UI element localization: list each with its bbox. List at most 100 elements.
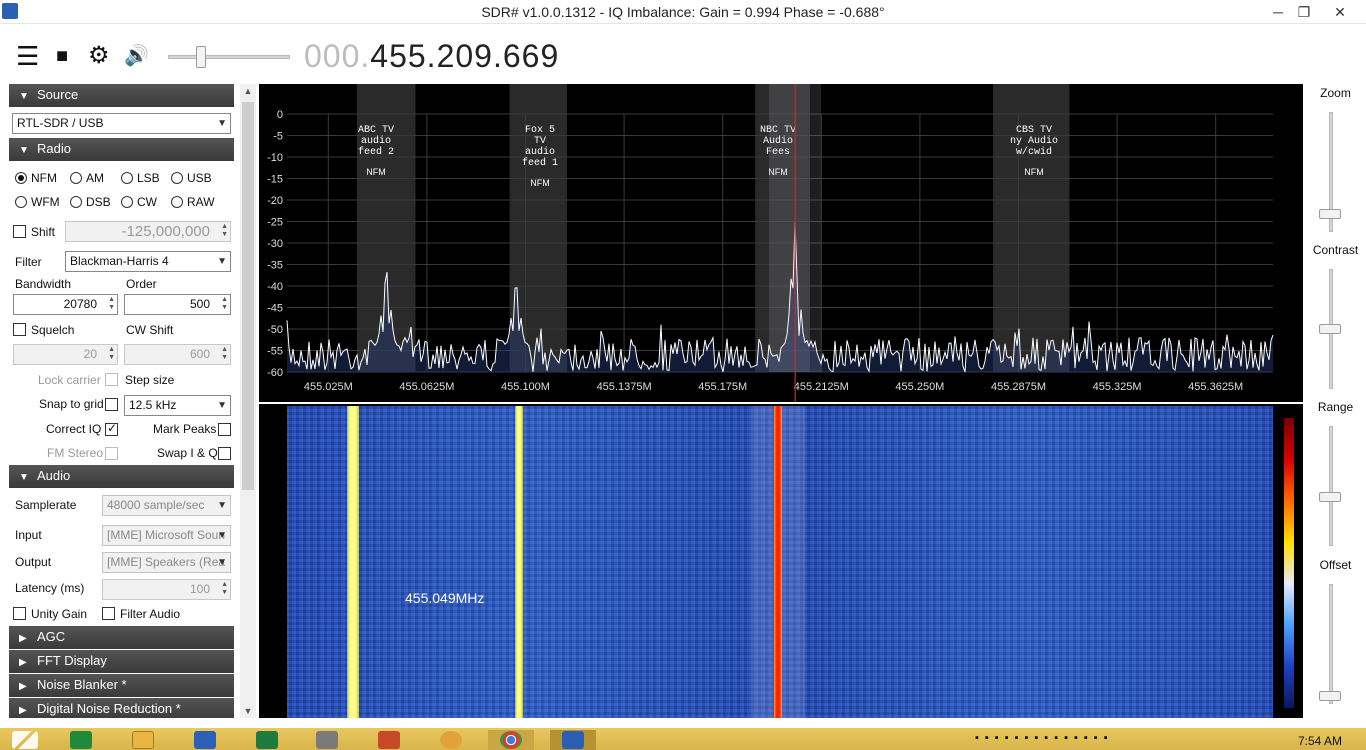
zoom-slider-thumb[interactable] [1319,208,1341,219]
gear-icon[interactable]: ⚙ [88,44,110,68]
radio-button[interactable] [121,196,133,208]
minimize-button[interactable]: ─ [1266,2,1290,22]
waterfall-display[interactable]: 455.049MHz [259,404,1303,718]
range-slider-track[interactable] [1329,426,1333,546]
shift-input[interactable]: -125,000,000 ▲ ▼ [65,221,231,242]
scroll-up-icon[interactable]: ▲ [240,86,256,96]
taskbar-app-excel[interactable] [244,730,290,750]
word-icon [194,731,216,749]
radio-button[interactable] [171,196,183,208]
filter-audio-checkbox[interactable]: Filter Audio [102,607,180,621]
mode-radio-wfm[interactable]: WFM [15,195,60,209]
shift-checkbox[interactable]: Shift [13,225,55,239]
snap-to-grid-checkbox[interactable] [105,398,123,412]
windows-logo-icon [12,731,38,749]
maximize-button[interactable]: ❐ [1292,2,1316,22]
signal-trace [515,406,523,718]
mode-radio-am[interactable]: AM [70,171,104,185]
system-tray-icons[interactable]: ▪▪▪▪▪▪▪▪▪▪▪▪▪▪ [975,732,1114,744]
x-tick-label: 455.3625M [1188,381,1243,393]
swap-iq-checkbox[interactable] [218,447,235,461]
stop-icon[interactable]: ■ [56,44,68,68]
mark-peaks-checkbox[interactable] [218,423,235,437]
mode-radio-cw[interactable]: CW [121,195,157,209]
spinner-arrows-icon[interactable]: ▲ ▼ [221,346,228,362]
agc-section-header[interactable]: ▶ AGC [9,626,234,649]
mode-radio-lsb[interactable]: LSB [121,171,160,185]
order-input[interactable]: 500 ▲ ▼ [124,294,231,315]
taskbar-app-sdrsharp[interactable] [550,730,596,750]
mode-radio-raw[interactable]: RAW [171,195,215,209]
fft-display-section-header[interactable]: ▶ FFT Display [9,650,234,673]
audio-output-select[interactable]: [MME] Speakers (Rea ▼ [102,552,231,573]
spinner-arrows-icon[interactable]: ▲ ▼ [108,296,115,312]
spectrum-plot[interactable]: 0 -5 -10 -15 -20 -25 -30 -35 -40 -45 -50 -55 -60 455.… [259,84,1303,402]
scrollbar-thumb[interactable] [242,102,254,490]
start-button[interactable] [2,730,48,750]
audio-input-select[interactable]: [MME] Microsoft Soun ▼ [102,525,231,546]
unity-gain-checkbox[interactable]: Unity Gain [13,607,87,621]
taskbar-app-paint[interactable] [428,730,474,750]
digital-noise-reduction-section-header[interactable]: ▶ Digital Noise Reduction * [9,698,234,718]
lock-carrier-checkbox[interactable] [105,373,123,387]
taskbar-app-word[interactable] [182,730,228,750]
bandwidth-input[interactable]: 20780 ▲ ▼ [13,294,118,315]
fm-stereo-checkbox[interactable] [105,447,123,461]
spinner-arrows-icon[interactable]: ▲ ▼ [108,346,115,362]
filter-select[interactable]: Blackman-Harris 4 ▼ [65,251,231,272]
close-button[interactable]: ✕ [1328,2,1352,22]
source-section-header[interactable]: ▼ Source [9,84,234,107]
menu-icon[interactable]: ☰ [16,43,39,69]
spinner-arrows-icon[interactable]: ▲ ▼ [221,581,228,597]
squelch-checkbox[interactable]: Squelch [13,323,74,337]
mode-radio-usb[interactable]: USB [171,171,212,185]
spinner-arrows-icon[interactable]: ▲ ▼ [221,223,228,239]
range-slider-thumb[interactable] [1319,492,1341,502]
radio-button[interactable] [15,172,27,184]
frequency-value[interactable]: 455.209.669 [370,38,559,74]
x-tick-label: 455.2875M [991,381,1046,393]
panel-scrollbar[interactable]: ▲ ▼ [240,84,256,718]
taskbar-app-powerpoint[interactable] [366,730,412,750]
order-label: Order [126,277,157,291]
offset-slider-thumb[interactable] [1319,690,1341,701]
speaker-icon[interactable]: 🔊 [124,44,149,68]
radio-button[interactable] [15,196,27,208]
mode-radio-nfm[interactable]: NFM [15,171,57,185]
taskbar-app-file-explorer[interactable] [120,730,166,750]
correct-iq-checkbox[interactable] [105,421,123,437]
radio-section-header[interactable]: ▼ Radio [9,138,234,161]
noise-blanker-section-header[interactable]: ▶ Noise Blanker * [9,674,234,697]
y-tick-label: -35 [267,260,283,272]
radio-button[interactable] [171,172,183,184]
spinner-arrows-icon[interactable]: ▲ ▼ [221,296,228,312]
radio-button[interactable] [70,196,82,208]
step-size-select[interactable]: 12.5 kHz ▼ [124,395,231,416]
frequency-display[interactable]: 000.455.209.669 [304,38,559,75]
taskbar-clock[interactable]: 7:54 AM [1298,734,1342,748]
audio-section-header[interactable]: ▼ Audio [9,465,234,488]
mode-radio-dsb[interactable]: DSB [70,195,111,209]
windows-taskbar: ▪▪▪▪▪▪▪▪▪▪▪▪▪▪ 7:54 AM [0,728,1366,750]
taskbar-app-sdr-tool[interactable] [304,730,350,750]
swap-iq-label: Swap I & Q [157,446,218,460]
squelch-input[interactable]: 20 ▲ ▼ [13,344,118,365]
offset-slider-track[interactable] [1329,584,1333,704]
radio-button[interactable] [70,172,82,184]
bookmark-name: ABC TV [358,125,394,136]
taskbar-app-chrome[interactable] [488,730,534,750]
cw-shift-input[interactable]: 600 ▲ ▼ [124,344,231,365]
taskbar-app-calculator[interactable] [58,730,104,750]
scroll-down-icon[interactable]: ▼ [240,706,256,716]
source-device-select[interactable]: RTL-SDR / USB ▼ [12,113,231,134]
y-tick-label: 0 [277,109,283,121]
waterfall-image[interactable]: 455.049MHz [287,406,1273,718]
volume-slider-track[interactable] [168,55,290,59]
latency-input[interactable]: 100 ▲ ▼ [102,579,231,600]
spectrum-analyzer[interactable]: 0 -5 -10 -15 -20 -25 -30 -35 -40 -45 -50 -55 -60 455.… [259,84,1303,402]
contrast-slider-thumb[interactable] [1319,324,1341,334]
radio-button[interactable] [121,172,133,184]
volume-slider-thumb[interactable] [196,46,206,68]
samplerate-select[interactable]: 48000 sample/sec ▼ [102,495,231,516]
offset-label: Offset [1319,558,1352,572]
